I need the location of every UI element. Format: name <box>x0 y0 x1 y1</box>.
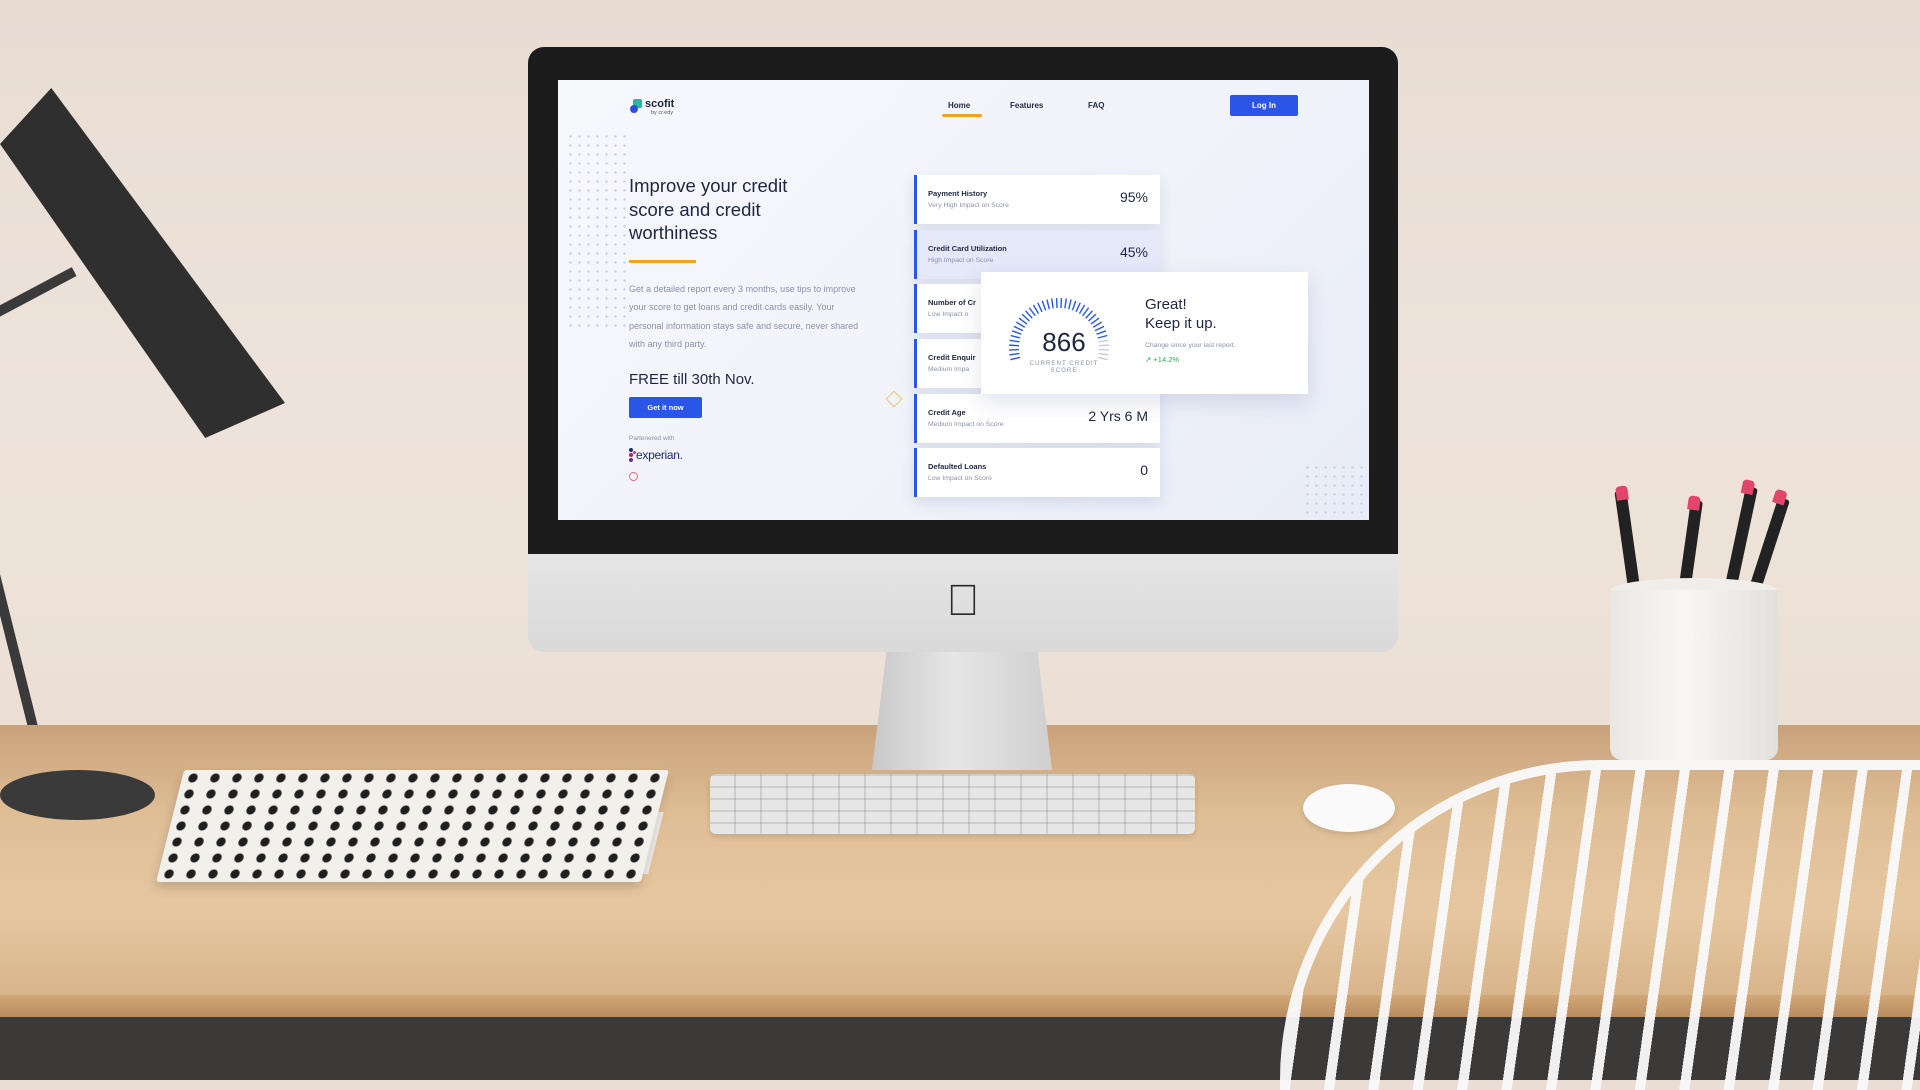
gauge-tick <box>1009 354 1019 355</box>
gauge-tick <box>1079 305 1084 314</box>
get-it-now-button[interactable]: Get it now <box>629 397 702 418</box>
factor-impact: Medium Impa <box>928 366 969 373</box>
gauge-tick <box>1099 354 1109 355</box>
keyboard <box>710 774 1195 834</box>
decorative-diamond <box>886 391 903 408</box>
factor-card-credit-age[interactable]: Credit Age Medium Impact on Score 2 Yrs … <box>914 394 1160 443</box>
gauge-tick <box>1009 345 1019 346</box>
credit-score-card: 866 CURRENT CREDIT SCORE Great! Keep it … <box>981 272 1308 394</box>
gauge-tick <box>1010 340 1020 342</box>
factor-value: 0 <box>1140 462 1148 478</box>
factor-impact: Very High Impact on Score <box>928 202 1009 209</box>
hero-description: Get a detailed report every 3 months, us… <box>629 280 869 354</box>
gauge-tick <box>1072 301 1075 310</box>
apple-logo-icon:  <box>944 578 982 624</box>
factor-title: Credit Age <box>928 408 966 417</box>
gauge-tick <box>1029 308 1035 316</box>
nav-home[interactable]: Home <box>948 101 970 110</box>
factor-title: Credit Card Utilization <box>928 244 1007 253</box>
credit-score-label: CURRENT CREDIT SCORE <box>1021 360 1107 374</box>
gauge-tick <box>1011 336 1021 338</box>
partner-name: experian. <box>636 448 683 462</box>
trend-up-arrow-icon: ↗ <box>1145 355 1151 364</box>
brand-name: scofit <box>645 98 674 110</box>
hero-title-underline <box>629 260 696 263</box>
gauge-tick <box>1047 299 1049 309</box>
score-change-label: Change since your last report. <box>1145 342 1236 349</box>
factor-value: 2 Yrs 6 M <box>1088 408 1148 424</box>
gauge-tick <box>1033 305 1038 314</box>
pencil-eraser <box>1687 495 1701 511</box>
offer-text: FREE till 30th Nov. <box>629 371 755 388</box>
gauge-tick <box>1069 299 1071 309</box>
scofit-logo[interactable]: scofit by cr.edy <box>630 97 690 117</box>
credit-score-value: 866 <box>1028 327 1100 358</box>
gauge-tick <box>1083 308 1089 316</box>
partner-label: Partenered with <box>629 435 675 442</box>
factor-impact: Medium Impact on Score <box>928 421 1004 428</box>
gauge-tick <box>1019 318 1027 324</box>
polka-dot-notebook <box>156 770 669 882</box>
factor-value: 95% <box>1120 189 1148 205</box>
dot-pattern <box>566 132 628 332</box>
gauge-tick <box>1076 303 1080 312</box>
brand-byline: by cr.edy <box>651 110 673 116</box>
gauge-tick <box>1026 311 1033 318</box>
gauge-tick <box>1010 357 1020 359</box>
factor-card-payment-history[interactable]: Payment History Very High Impact on Scor… <box>914 175 1160 224</box>
nav-features[interactable]: Features <box>1010 101 1043 110</box>
gauge-tick <box>1091 318 1099 324</box>
mouse <box>1303 784 1395 832</box>
imac-stand <box>872 652 1052 770</box>
gauge-tick <box>1042 301 1045 310</box>
decorative-ring <box>629 472 638 481</box>
nav-faq[interactable]: FAQ <box>1088 101 1104 110</box>
factor-value: 45% <box>1120 244 1148 260</box>
score-headline-line-2: Keep it up. <box>1145 315 1217 334</box>
score-headline: Great! Keep it up. <box>1145 296 1217 333</box>
hero-title: Improve your credit score and credit wor… <box>629 174 829 245</box>
factor-title: Defaulted Loans <box>928 462 986 471</box>
gauge-tick <box>1038 303 1042 312</box>
factor-title: Number of Cr <box>928 298 976 307</box>
pencil-eraser <box>1615 485 1629 501</box>
gauge-tick <box>1099 345 1109 346</box>
gauge-tick <box>1089 314 1096 321</box>
gauge-tick <box>1065 299 1066 309</box>
gauge-tick <box>1014 326 1023 330</box>
factor-impact: Low Impact o <box>928 311 968 318</box>
factor-impact: Low Impact on Score <box>928 475 992 482</box>
website-screen: scofit by cr.edy Home Features FAQ Log I… <box>558 80 1369 520</box>
nav-active-indicator <box>942 114 982 117</box>
scofit-logo-icon <box>630 99 641 114</box>
pencil-cup <box>1610 590 1778 760</box>
gauge-tick <box>1016 322 1025 327</box>
gauge-tick <box>1086 311 1093 318</box>
experian-logo: experian. <box>629 447 689 467</box>
factor-title: Payment History <box>928 189 987 198</box>
score-headline-line-1: Great! <box>1145 296 1217 315</box>
gauge-tick <box>1099 340 1109 342</box>
gauge-tick <box>1022 314 1029 321</box>
dot-pattern <box>1303 463 1365 518</box>
desk-lamp-base <box>0 770 155 820</box>
factor-impact: High Impact on Score <box>928 257 993 264</box>
score-change-value: +14.2% <box>1153 355 1179 364</box>
login-button[interactable]: Log In <box>1230 95 1298 116</box>
score-change: ↗ +14.2% <box>1145 355 1179 364</box>
gauge-tick <box>1012 331 1021 334</box>
factor-card-defaulted-loans[interactable]: Defaulted Loans Low Impact on Score 0 <box>914 448 1160 497</box>
factor-title: Credit Enquir <box>928 353 976 362</box>
gauge-tick <box>1052 299 1053 309</box>
